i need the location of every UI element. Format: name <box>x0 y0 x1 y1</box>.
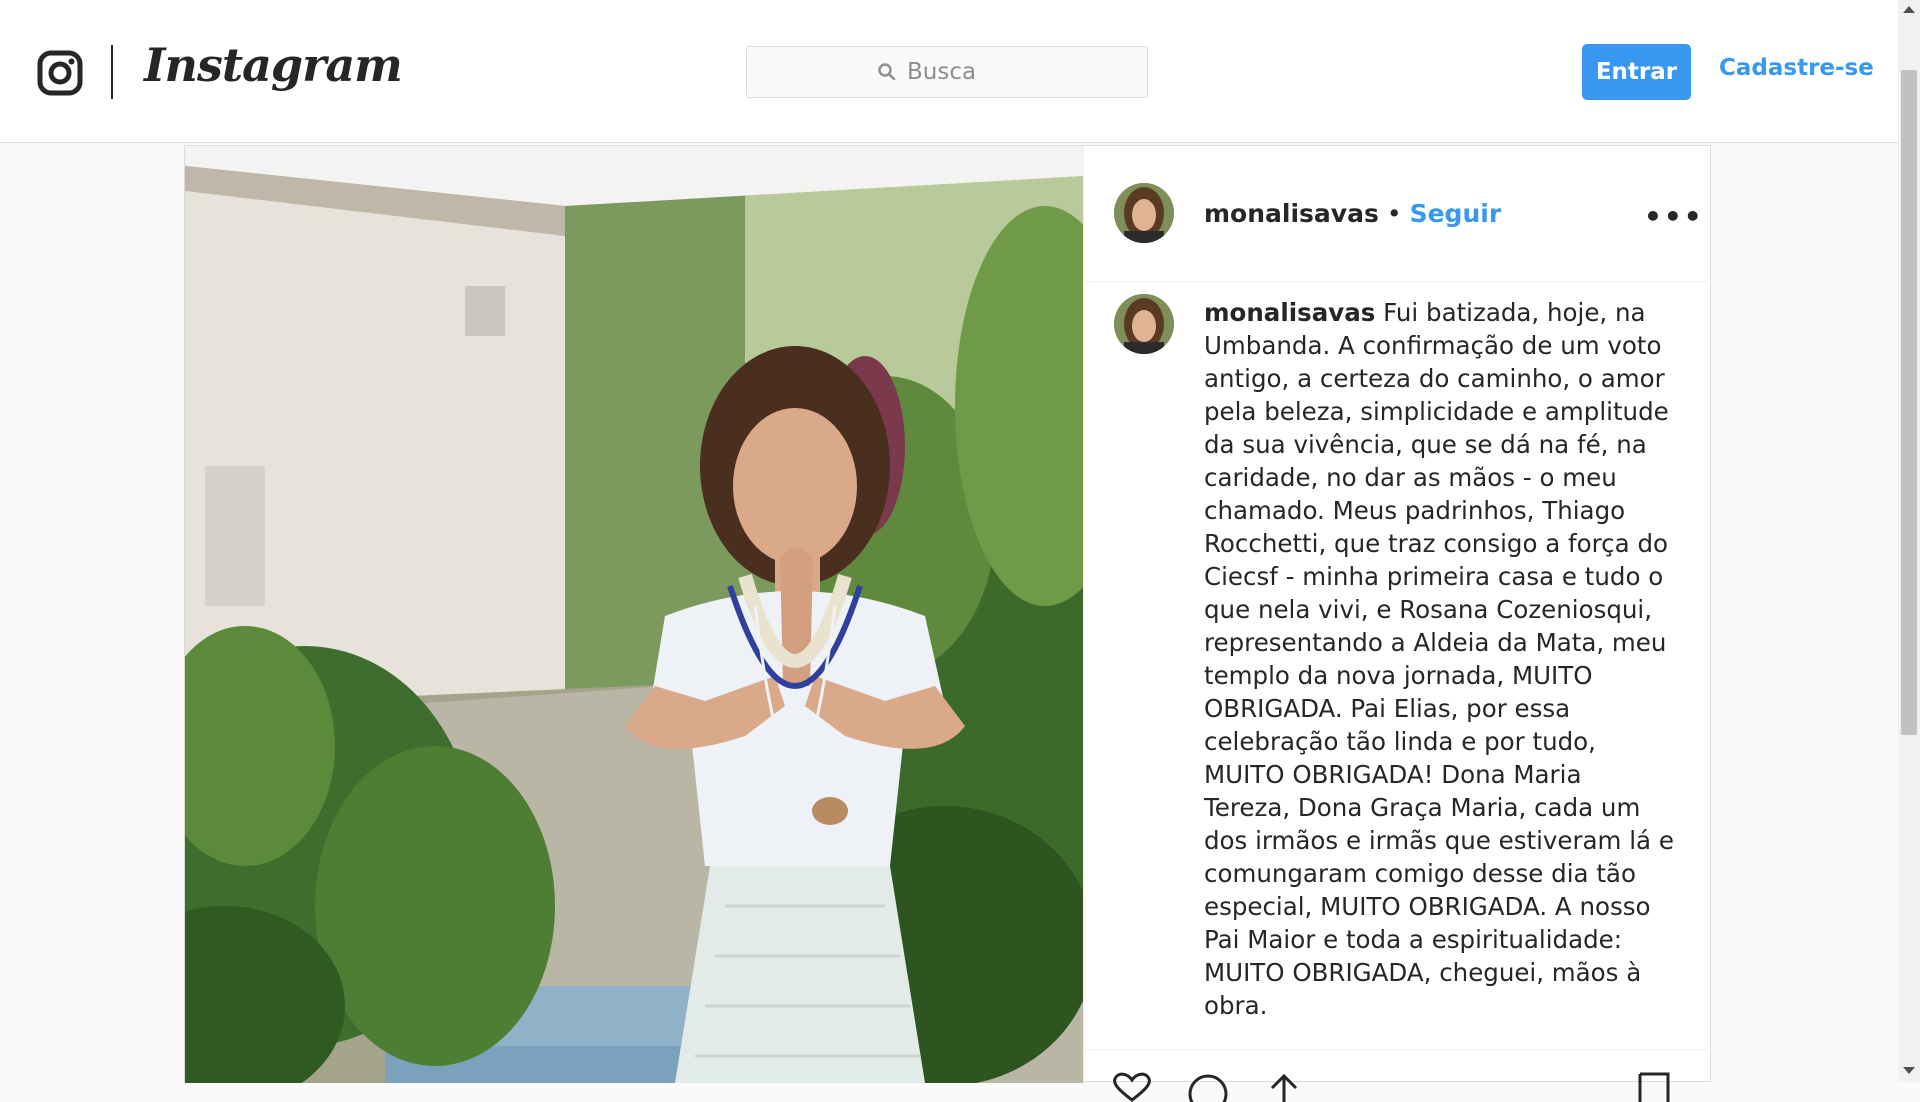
separator-dot: • <box>1386 199 1402 228</box>
login-button[interactable]: Entrar <box>1582 44 1691 100</box>
caption-avatar[interactable] <box>1114 294 1174 354</box>
post-caption: monalisavas Fui batizada, hoje, na Umban… <box>1204 296 1674 1022</box>
author-avatar[interactable] <box>1114 183 1174 243</box>
avatar-image <box>1114 294 1174 354</box>
scrollbar-thumb[interactable] <box>1901 70 1917 735</box>
post-card: monalisavas • Seguir ••• monalisavas Fui… <box>184 145 1711 1102</box>
post-photo[interactable] <box>185 146 1083 1083</box>
search-icon <box>878 63 896 81</box>
caption-username[interactable]: monalisavas <box>1204 298 1375 327</box>
instagram-camera-icon[interactable] <box>37 50 83 96</box>
signup-link[interactable]: Cadastre-se <box>1719 55 1874 81</box>
author-username[interactable]: monalisavas <box>1204 199 1379 228</box>
heart-icon[interactable] <box>1110 1072 1154 1102</box>
share-icon[interactable] <box>1262 1072 1306 1102</box>
scroll-up-arrow-icon[interactable] <box>1903 6 1915 13</box>
avatar-image <box>1114 183 1174 243</box>
more-options-icon[interactable]: ••• <box>1644 200 1704 233</box>
post-photo-illustration <box>185 146 1083 1083</box>
follow-button[interactable]: Seguir <box>1410 199 1502 228</box>
search-input[interactable] <box>907 59 1017 85</box>
caption-text: Fui batizada, hoje, na Umbanda. A confir… <box>1204 298 1674 1020</box>
post-header: monalisavas • Seguir ••• <box>1084 146 1711 282</box>
post-sidebar: monalisavas • Seguir ••• monalisavas Fui… <box>1083 146 1711 1102</box>
top-navigation-bar: Instagram Entrar Cadastre-se <box>0 0 1898 143</box>
search-box[interactable] <box>746 46 1148 98</box>
post-actions-bar <box>1084 1049 1711 1102</box>
save-icon[interactable] <box>1632 1072 1676 1102</box>
instagram-wordmark-logo[interactable]: Instagram <box>144 38 403 92</box>
scroll-down-arrow-icon[interactable] <box>1903 1067 1915 1074</box>
page-scrollbar[interactable] <box>1898 0 1920 1082</box>
post-author-row: monalisavas • Seguir <box>1204 199 1501 228</box>
comment-icon[interactable] <box>1186 1072 1230 1102</box>
logo-divider <box>111 45 113 99</box>
